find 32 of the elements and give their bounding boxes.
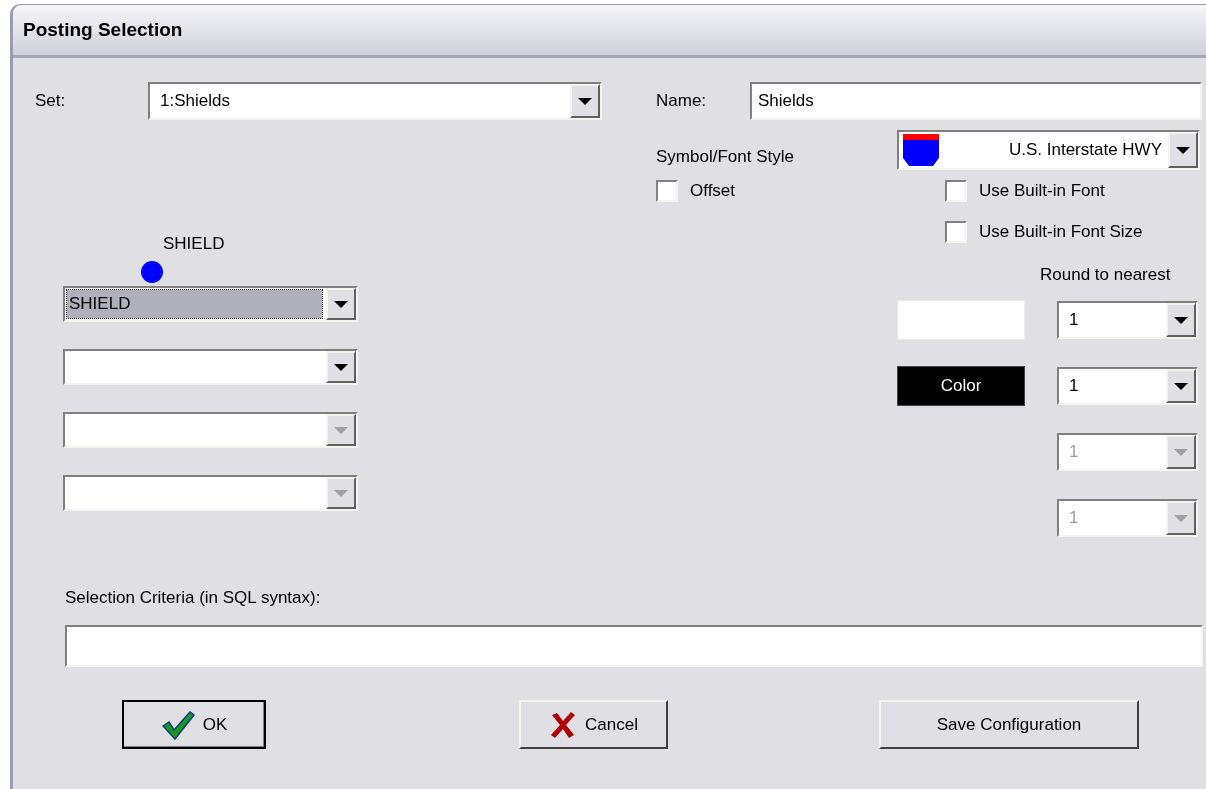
window-title: Posting Selection bbox=[23, 19, 183, 41]
field-dropdown[interactable] bbox=[63, 412, 358, 448]
round-to-nearest-label: Round to nearest bbox=[1040, 265, 1172, 285]
checkbox[interactable] bbox=[945, 221, 967, 243]
checkmark-icon bbox=[160, 709, 195, 740]
round-dropdown[interactable]: 1 bbox=[1057, 367, 1198, 405]
shield-icon bbox=[903, 134, 939, 166]
name-field[interactable]: Shields bbox=[750, 82, 1202, 120]
selection-criteria-label: Selection Criteria (in SQL syntax): bbox=[65, 588, 322, 608]
cancel-button[interactable]: Cancel bbox=[519, 700, 668, 749]
checkbox-label: Offset bbox=[690, 181, 736, 201]
field-dropdown[interactable]: SHIELD bbox=[63, 286, 358, 322]
point-icon bbox=[141, 261, 163, 283]
set-dropdown[interactable]: 1:Shields bbox=[148, 82, 602, 120]
set-label: Set: bbox=[34, 91, 67, 111]
color-button[interactable]: Color bbox=[897, 366, 1025, 406]
save-button[interactable]: Save Configuration bbox=[879, 700, 1139, 749]
symbol-font-style-label: Symbol/Font Style bbox=[656, 147, 795, 167]
checkbox-label: Use Built-in Font bbox=[979, 181, 1105, 201]
preview-label: SHIELD bbox=[163, 234, 226, 254]
name-label: Name: bbox=[656, 91, 708, 111]
color-swatch[interactable] bbox=[897, 300, 1025, 340]
checkbox[interactable] bbox=[656, 180, 678, 202]
ok-button[interactable]: OK bbox=[122, 700, 266, 749]
field-dropdown[interactable] bbox=[63, 475, 358, 511]
checkbox-label: Use Built-in Font Size bbox=[979, 222, 1143, 242]
checkbox[interactable] bbox=[945, 180, 967, 202]
symbol-style-dropdown[interactable]: U.S. Interstate HWY bbox=[897, 130, 1200, 170]
selection-criteria-field[interactable] bbox=[65, 625, 1203, 667]
round-dropdown[interactable]: 1 bbox=[1057, 301, 1198, 339]
cross-icon bbox=[549, 710, 578, 739]
field-dropdown[interactable] bbox=[63, 349, 358, 385]
